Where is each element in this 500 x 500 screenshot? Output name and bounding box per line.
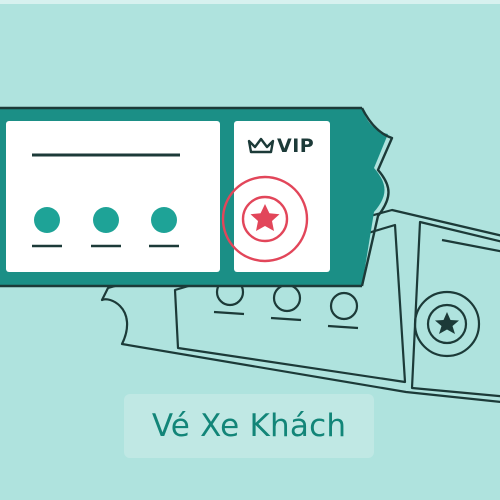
- caption-text: Vé Xe Khách: [151, 408, 347, 444]
- vip-badge: VIP: [247, 136, 314, 156]
- seat-dot-3: [151, 207, 177, 233]
- vip-label: VIP: [277, 135, 315, 157]
- seat-dot-1: [34, 207, 60, 233]
- seat-dot-2: [93, 207, 119, 233]
- caption-box: Vé Xe Khách: [124, 394, 374, 458]
- vip-ticket-illustration: VIP Vé Xe Khách: [0, 0, 500, 500]
- top-edge-line: [0, 0, 500, 4]
- ticket-main-panel: [6, 121, 220, 272]
- crown-icon: [247, 137, 275, 154]
